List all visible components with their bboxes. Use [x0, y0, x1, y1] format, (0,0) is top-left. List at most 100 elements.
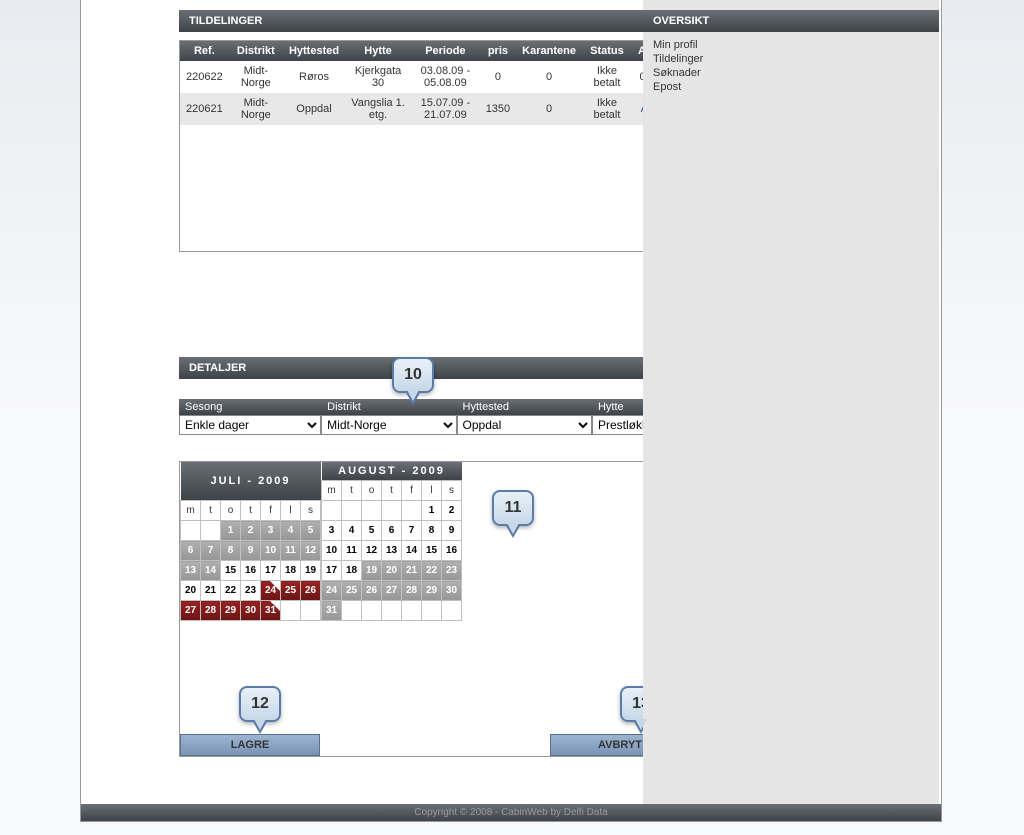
cal-day[interactable]: 7: [201, 541, 221, 561]
dayhead: t: [382, 481, 402, 501]
cal-day[interactable]: 20: [382, 561, 402, 581]
cal-day[interactable]: 1: [221, 521, 241, 541]
cal-day[interactable]: [402, 501, 422, 521]
cal-day[interactable]: 16: [241, 561, 261, 581]
cal-day[interactable]: 3: [322, 521, 342, 541]
cal-day[interactable]: 8: [422, 521, 442, 541]
cal-day[interactable]: [362, 501, 382, 521]
cal-day[interactable]: 23: [241, 581, 261, 601]
app-frame: TILDELINGER Ref. Distrikt Hyttested Hytt…: [80, 0, 942, 822]
cal-day[interactable]: 13: [181, 561, 201, 581]
distrikt-select[interactable]: Midt-Norge: [321, 415, 456, 435]
dayhead: m: [322, 481, 342, 501]
cal-day[interactable]: 7: [402, 521, 422, 541]
cal-day[interactable]: 9: [442, 521, 462, 541]
cal-day[interactable]: 18: [281, 561, 301, 581]
cal-day[interactable]: 18: [342, 561, 362, 581]
cal-day[interactable]: [342, 601, 362, 621]
cal-day[interactable]: 17: [322, 561, 342, 581]
cal-day[interactable]: 30: [442, 581, 462, 601]
sesong-select[interactable]: Enkle dager: [179, 415, 321, 435]
oversikt-header: OVERSIKT: [643, 10, 939, 32]
cal-day[interactable]: [382, 601, 402, 621]
cal-day[interactable]: 8: [221, 541, 241, 561]
cal-day[interactable]: 2: [442, 501, 462, 521]
cal-day[interactable]: 10: [322, 541, 342, 561]
cal-day[interactable]: 31: [261, 601, 281, 621]
cell: Kjerkgata 30: [345, 61, 411, 93]
sidebar-link-profil[interactable]: Min profil: [653, 38, 929, 52]
cal-day[interactable]: 15: [221, 561, 241, 581]
cal-day[interactable]: 9: [241, 541, 261, 561]
cal-day[interactable]: 14: [402, 541, 422, 561]
dayhead: m: [181, 501, 201, 521]
cal-day[interactable]: 5: [301, 521, 321, 541]
sidebar-link-epost[interactable]: Epost: [653, 80, 929, 94]
cal-day[interactable]: 20: [181, 581, 201, 601]
cal-day[interactable]: [342, 501, 362, 521]
dayhead: t: [241, 501, 261, 521]
cal-day[interactable]: 24: [322, 581, 342, 601]
cal-day[interactable]: 12: [362, 541, 382, 561]
cal-day[interactable]: 11: [342, 541, 362, 561]
cal-day[interactable]: [181, 521, 201, 541]
cal-day[interactable]: 26: [362, 581, 382, 601]
cal-day[interactable]: 27: [181, 601, 201, 621]
dayhead: s: [442, 481, 462, 501]
cal-day[interactable]: 21: [201, 581, 221, 601]
cal-day[interactable]: 22: [422, 561, 442, 581]
sidebar-link-tildelinger[interactable]: Tildelinger: [653, 52, 929, 66]
sidebar-link-soknader[interactable]: Søknader: [653, 66, 929, 80]
cal-day[interactable]: 23: [442, 561, 462, 581]
cal-day[interactable]: [362, 601, 382, 621]
dayhead: l: [422, 481, 442, 501]
cal-day[interactable]: 29: [422, 581, 442, 601]
cal-day[interactable]: 29: [221, 601, 241, 621]
cal-day[interactable]: 21: [402, 561, 422, 581]
cal-day[interactable]: [422, 601, 442, 621]
lagre-button[interactable]: LAGRE: [180, 734, 320, 756]
cal-day[interactable]: 28: [402, 581, 422, 601]
cal-day[interactable]: 24: [261, 581, 281, 601]
cal-day[interactable]: 5: [362, 521, 382, 541]
cal-day[interactable]: [322, 501, 342, 521]
cal-day[interactable]: 17: [261, 561, 281, 581]
calendar-wrap: JULI - 2009 m t o t f l s 12345 67891011…: [179, 461, 707, 757]
footer: Copyright © 2008 - CabinWeb by Delfi Dat…: [81, 804, 941, 821]
cal-day[interactable]: 14: [201, 561, 221, 581]
cal-day[interactable]: 10: [261, 541, 281, 561]
cal-day[interactable]: [382, 501, 402, 521]
th-hyttested: Hyttested: [283, 41, 345, 61]
hyttested-select[interactable]: Oppdal: [457, 415, 592, 435]
cal-day[interactable]: [442, 601, 462, 621]
cal-day[interactable]: 28: [201, 601, 221, 621]
cal-day[interactable]: [281, 601, 301, 621]
th-hytte: Hytte: [345, 41, 411, 61]
cal-day[interactable]: 30: [241, 601, 261, 621]
cal-day[interactable]: 2: [241, 521, 261, 541]
cal-day[interactable]: 27: [382, 581, 402, 601]
cal-day[interactable]: [201, 521, 221, 541]
th-distrikt: Distrikt: [229, 41, 283, 61]
cal-day[interactable]: 12: [301, 541, 321, 561]
cal-day[interactable]: 22: [221, 581, 241, 601]
cal-day[interactable]: 4: [281, 521, 301, 541]
cal-day[interactable]: 25: [281, 581, 301, 601]
cal-day[interactable]: 13: [382, 541, 402, 561]
cal-day[interactable]: [402, 601, 422, 621]
cal-day[interactable]: 19: [362, 561, 382, 581]
cal-day[interactable]: 15: [422, 541, 442, 561]
cal-day[interactable]: 31: [322, 601, 342, 621]
cal-day[interactable]: 25: [342, 581, 362, 601]
cal-day[interactable]: [301, 601, 321, 621]
cal-day[interactable]: 6: [382, 521, 402, 541]
cal-day[interactable]: 26: [301, 581, 321, 601]
cal-day[interactable]: 16: [442, 541, 462, 561]
cal-day[interactable]: 6: [181, 541, 201, 561]
cal-day[interactable]: 11: [281, 541, 301, 561]
cal-day[interactable]: 1: [422, 501, 442, 521]
cal-day[interactable]: 3: [261, 521, 281, 541]
cal-day[interactable]: 4: [342, 521, 362, 541]
cal-day[interactable]: 19: [301, 561, 321, 581]
dayhead: t: [201, 501, 221, 521]
